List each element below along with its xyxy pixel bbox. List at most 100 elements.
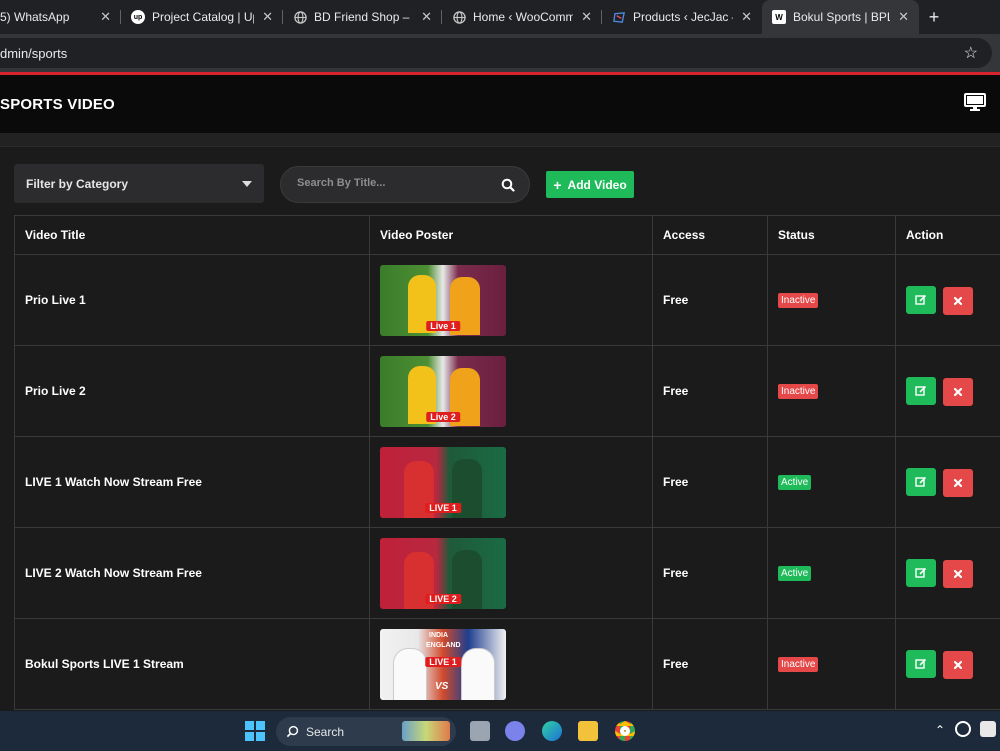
tab-close-icon[interactable]: ✕	[100, 9, 111, 25]
app-header: SPORTS VIDEO	[0, 75, 1000, 133]
edge-icon[interactable]	[542, 721, 562, 741]
edit-icon	[915, 385, 927, 397]
sync-icon[interactable]	[955, 721, 971, 737]
tab-title: Home ‹ WooCommerce	[473, 10, 574, 24]
page-title: SPORTS VIDEO	[0, 96, 115, 113]
access-cell: Free	[652, 254, 768, 346]
main-content: Filter by Category + Add Video Video Tit…	[0, 147, 1000, 710]
edit-button[interactable]	[906, 558, 936, 587]
edit-button[interactable]	[906, 649, 936, 678]
video-title-cell: Prio Live 1	[14, 254, 370, 346]
add-video-button[interactable]: + Add Video	[546, 171, 634, 198]
table-row: LIVE 2 Watch Now Stream Free LIVE 2 Free Ac…	[14, 527, 1000, 619]
status-cell: Inactive	[767, 618, 896, 710]
access-value: Free	[663, 566, 689, 580]
edit-button[interactable]	[906, 467, 936, 496]
globe-icon	[293, 10, 307, 24]
tab-title: Products ‹ JecJac — W	[633, 10, 733, 24]
address-bar[interactable]	[0, 38, 992, 68]
video-title: Prio Live 1	[25, 293, 86, 307]
delete-button[interactable]	[943, 377, 973, 406]
search-box[interactable]	[280, 166, 530, 203]
filter-label: Filter by Category	[26, 177, 129, 191]
action-cell	[895, 618, 1000, 710]
monitor-icon[interactable]	[964, 93, 986, 111]
access-value: Free	[663, 384, 689, 398]
close-icon	[953, 660, 963, 670]
video-title: LIVE 1 Watch Now Stream Free	[25, 475, 202, 489]
poster-live-label: Live 1	[426, 320, 460, 331]
tab-upwork[interactable]: up Project Catalog | Upwork ✕	[121, 0, 283, 34]
app-tray-icon[interactable]	[980, 721, 996, 737]
globe-icon	[452, 10, 466, 24]
tab-bokul-sports[interactable]: W Bokul Sports | BPL LIVE ✕	[762, 0, 919, 34]
poster-live-label: LIVE 1	[425, 656, 461, 667]
search-input[interactable]	[297, 177, 497, 189]
delete-button[interactable]	[943, 286, 973, 315]
chrome-icon[interactable]	[615, 721, 635, 741]
action-cell	[895, 345, 1000, 437]
video-poster-cell: LIVE 1	[369, 436, 653, 528]
column-header: Status	[767, 215, 896, 255]
status-badge: Inactive	[778, 293, 819, 308]
video-title-cell: LIVE 1 Watch Now Stream Free	[14, 436, 370, 528]
tab-close-icon[interactable]: ✕	[421, 9, 432, 25]
taskbar-search-label: Search	[306, 724, 345, 739]
action-cell	[895, 254, 1000, 346]
tab-close-icon[interactable]: ✕	[898, 9, 909, 25]
tab-close-icon[interactable]: ✕	[741, 9, 752, 25]
header-divider	[0, 133, 1000, 147]
close-icon	[953, 296, 963, 306]
add-video-label: Add Video	[567, 177, 627, 192]
column-header: Access	[652, 215, 768, 255]
teams-icon[interactable]	[505, 721, 525, 741]
status-cell: Inactive	[767, 345, 896, 437]
caret-down-icon	[242, 181, 252, 187]
chevron-up-icon[interactable]: ⌃	[935, 723, 945, 737]
tab-title: Project Catalog | Upwork	[152, 10, 254, 24]
new-tab-button[interactable]: +	[919, 0, 949, 34]
search-highlight-icon	[402, 721, 450, 741]
edit-button[interactable]	[906, 285, 936, 314]
upwork-icon: up	[131, 10, 145, 24]
status-badge: Active	[778, 566, 812, 581]
delete-button[interactable]	[943, 650, 973, 679]
table-row: Bokul Sports LIVE 1 Stream INDIA ENGLAND VS…	[14, 618, 1000, 710]
video-title: Bokul Sports LIVE 1 Stream	[25, 657, 184, 671]
tab-products-jecjac[interactable]: Products ‹ JecJac — W ✕	[602, 0, 762, 34]
close-icon	[953, 478, 963, 488]
tab-bd-friend-shop[interactable]: BD Friend Shop – Your ✕	[283, 0, 442, 34]
status-badge: Active	[778, 475, 812, 490]
browser-tab-bar: 5) WhatsApp ✕ up Project Catalog | Upwor…	[0, 0, 1000, 34]
tab-whatsapp[interactable]: 5) WhatsApp ✕	[0, 0, 121, 34]
tab-close-icon[interactable]: ✕	[581, 9, 592, 25]
video-poster-cell: Live 2	[369, 345, 653, 437]
access-cell: Free	[652, 436, 768, 528]
delete-button[interactable]	[943, 468, 973, 497]
video-title-cell: LIVE 2 Watch Now Stream Free	[14, 527, 370, 619]
taskbar-search[interactable]: Search	[276, 717, 456, 746]
edit-icon	[915, 476, 927, 488]
windows-start-icon[interactable]	[245, 721, 265, 741]
video-title: LIVE 2 Watch Now Stream Free	[25, 566, 202, 580]
poster-england-text: ENGLAND	[426, 641, 461, 649]
poster-vs-text: VS	[435, 680, 449, 692]
edit-button[interactable]	[906, 376, 936, 405]
bookmark-star-icon[interactable]: ☆	[964, 43, 978, 63]
plus-icon: +	[553, 176, 562, 193]
delete-button[interactable]	[943, 559, 973, 588]
task-view-icon[interactable]	[470, 721, 490, 741]
tab-close-icon[interactable]: ✕	[262, 9, 273, 25]
category-filter-select[interactable]: Filter by Category	[14, 164, 264, 203]
edit-icon	[915, 567, 927, 579]
column-header: Action	[895, 215, 1000, 255]
search-icon[interactable]	[501, 178, 515, 192]
video-poster-image: LIVE 1	[380, 446, 506, 518]
tab-woocommerce[interactable]: Home ‹ WooCommerce ✕	[442, 0, 602, 34]
file-explorer-icon[interactable]	[578, 721, 598, 741]
address-bar-row: dmin/sports ☆	[0, 34, 1000, 72]
table-row: Prio Live 1 Live 1 Free Inactive	[14, 254, 1000, 346]
url-text[interactable]: dmin/sports	[0, 46, 67, 61]
video-poster-cell: Live 1	[369, 254, 653, 346]
action-cell	[895, 436, 1000, 528]
